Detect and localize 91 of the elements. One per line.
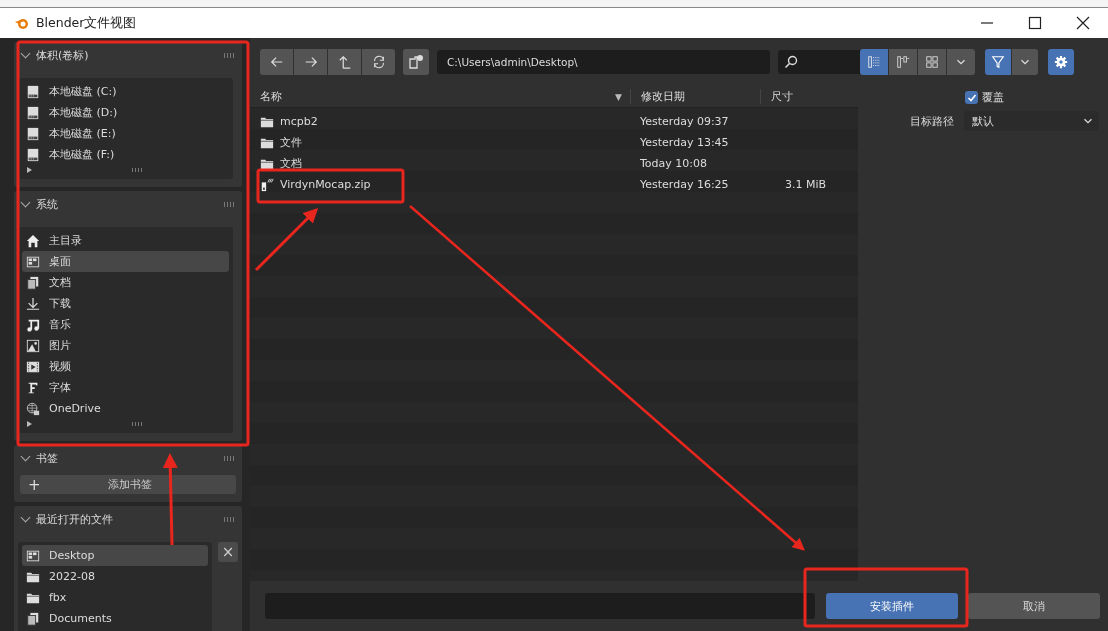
resize-handle-icon[interactable] [132,422,142,426]
sidebar-item[interactable]: 音乐 [22,314,229,335]
sidebar-item[interactable]: 本地磁盘 (D:) [22,102,229,123]
sidebar-item[interactable]: 图片 [22,335,229,356]
search-icon [784,55,798,69]
settings-button[interactable] [1048,49,1074,75]
sidebar-item[interactable]: Documents [22,608,208,629]
sidebar-item[interactable]: 本地磁盘 (C:) [22,81,229,102]
expand-triangle-icon[interactable] [27,167,32,173]
documents-icon [26,611,40,626]
home-icon [26,233,40,248]
annotation-arrow [254,207,319,272]
nav-button[interactable] [260,49,293,75]
sidebar-item[interactable]: 下载 [22,293,229,314]
sidebar-item[interactable]: Desktop [22,545,208,566]
sidebar-item[interactable]: 视频 [22,356,229,377]
section-title[interactable]: 书签 [36,450,219,466]
sidebar-item[interactable]: 字体 [22,377,229,398]
drive-icon [26,105,40,120]
file-date: Yesterday 16:25 [640,178,729,191]
file-name[interactable]: mcpb2 [280,115,318,128]
file-size: 3.1 MiB [784,178,826,191]
view-mode-button[interactable] [860,49,888,75]
checkbox[interactable] [965,91,978,104]
sidebar-item[interactable]: 主目录 [22,230,229,251]
drive-icon [26,126,40,141]
file-name[interactable]: 文档 [280,156,302,171]
font-icon [26,380,40,395]
desktop-icon [26,254,40,269]
download-icon [26,296,40,311]
expand-triangle-icon[interactable] [27,421,32,427]
music-note-icon [26,317,40,332]
nav-button[interactable] [362,49,395,75]
sort-indicator[interactable]: ▼ [615,91,622,102]
path-field[interactable]: C:\Users\admin\Desktop\ [437,50,770,74]
file-date: Yesterday 09:37 [640,115,729,128]
cancel-button[interactable]: 取消 [968,593,1100,619]
film-icon [26,359,40,374]
documents-icon [26,275,40,290]
forward-arrow-icon [303,55,318,69]
file-date: Yesterday 13:45 [640,136,729,149]
search-field[interactable] [778,50,860,74]
filename-field[interactable] [265,593,815,619]
nav-button[interactable] [328,49,361,75]
sidebar-item[interactable]: 桌面 [22,251,229,272]
column-header[interactable]: 尺寸 [771,89,793,104]
back-arrow-icon [269,55,284,69]
drive-icon [26,84,40,99]
drive-icon [26,147,40,162]
column-header[interactable]: 名称 [260,89,282,104]
zip-file-icon [260,177,274,192]
maximize-icon[interactable] [1028,16,1042,30]
sidebar-item[interactable]: 2022-08 [22,566,208,587]
refresh-icon [371,55,386,69]
target-path-dropdown[interactable]: 默认 [964,111,1099,131]
sidebar-item[interactable]: 文档 [22,272,229,293]
section-title[interactable]: 系统 [36,196,219,212]
columns-view-icon [896,55,910,69]
install-button[interactable]: 安装插件 [826,593,958,619]
new-folder-icon [408,54,424,70]
settings-icon [1054,55,1068,69]
desktop-icon [26,548,40,563]
add-bookmark-button[interactable]: + 添加书签 [20,475,236,494]
image-icon [26,338,40,353]
window-title: Blender文件视图 [36,14,138,32]
view-mode-button[interactable] [889,49,917,75]
section-title[interactable]: 体积(卷标) [36,47,219,63]
nav-button[interactable] [294,49,327,75]
globe-icon [26,401,40,416]
grid-view-icon [925,55,939,69]
file-date: Today 10:08 [640,157,707,170]
file-name[interactable]: VirdynMocap.zip [280,178,371,191]
view-mode-button[interactable] [918,49,946,75]
up-arrow-icon [337,55,352,69]
filter-options-button[interactable] [1012,49,1038,75]
filter-icon [991,55,1005,69]
field-label: 目标路径 [910,113,954,129]
sidebar-item[interactable]: 本地磁盘 (E:) [22,123,229,144]
checkbox-label[interactable]: 覆盖 [982,90,1004,105]
clear-button[interactable]: × [218,542,238,562]
filter-button[interactable] [985,49,1011,75]
new-folder-button[interactable] [403,49,429,75]
column-header[interactable]: 修改日期 [641,89,685,104]
resize-handle-icon[interactable] [132,168,142,172]
sidebar-item[interactable]: OneDrive [22,398,229,419]
close-icon[interactable] [1076,16,1090,30]
section-title[interactable]: 最近打开的文件 [36,511,219,527]
list-view-icon [867,55,881,69]
sidebar-item[interactable]: fbx [22,587,208,608]
sidebar-item[interactable]: 本地磁盘 (F:) [22,144,229,165]
file-name[interactable]: 文件 [280,135,302,150]
